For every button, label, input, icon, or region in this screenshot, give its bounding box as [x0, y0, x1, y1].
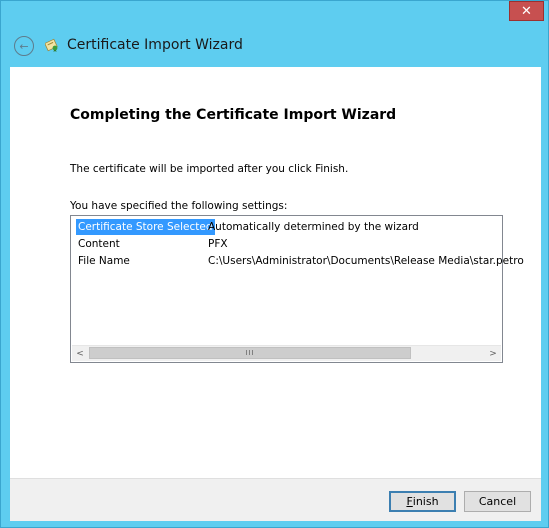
back-button[interactable]: ←: [14, 36, 34, 56]
close-button[interactable]: ✕: [509, 1, 544, 21]
wizard-window: ✕ ← Certificate Import Wizard Completing…: [0, 0, 549, 528]
page-heading: Completing the Certificate Import Wizard: [70, 107, 397, 123]
chevron-left-icon: <: [76, 348, 84, 359]
setting-name: Content: [78, 238, 120, 250]
cancel-button[interactable]: Cancel: [464, 491, 531, 512]
setting-value: PFX: [208, 238, 228, 250]
finish-label: inish: [412, 495, 439, 508]
close-icon: ✕: [521, 3, 532, 19]
setting-name: File Name: [78, 255, 130, 267]
settings-label: You have specified the following setting…: [70, 200, 288, 212]
wizard-content: Completing the Certificate Import Wizard…: [10, 67, 541, 478]
back-arrow-icon: ←: [19, 39, 29, 53]
wizard-title: Certificate Import Wizard: [67, 37, 243, 53]
settings-list[interactable]: Certificate Store Selected Automatically…: [70, 215, 524, 363]
info-text: The certificate will be imported after y…: [70, 163, 349, 175]
scroll-thumb[interactable]: III: [89, 347, 411, 359]
horizontal-scrollbar[interactable]: < III >: [72, 345, 501, 361]
scroll-right-button[interactable]: >: [485, 346, 501, 361]
setting-value: Automatically determined by the wizard: [208, 221, 419, 233]
chevron-right-icon: >: [489, 348, 497, 359]
button-bar: Finish Cancel: [10, 478, 541, 521]
certificate-icon: [45, 38, 58, 52]
grip-icon: III: [245, 349, 255, 357]
setting-name: Certificate Store Selected: [76, 219, 215, 235]
setting-value: C:\Users\Administrator\Documents\Release…: [208, 255, 524, 267]
finish-button[interactable]: Finish: [389, 491, 456, 512]
scroll-left-button[interactable]: <: [72, 346, 88, 361]
